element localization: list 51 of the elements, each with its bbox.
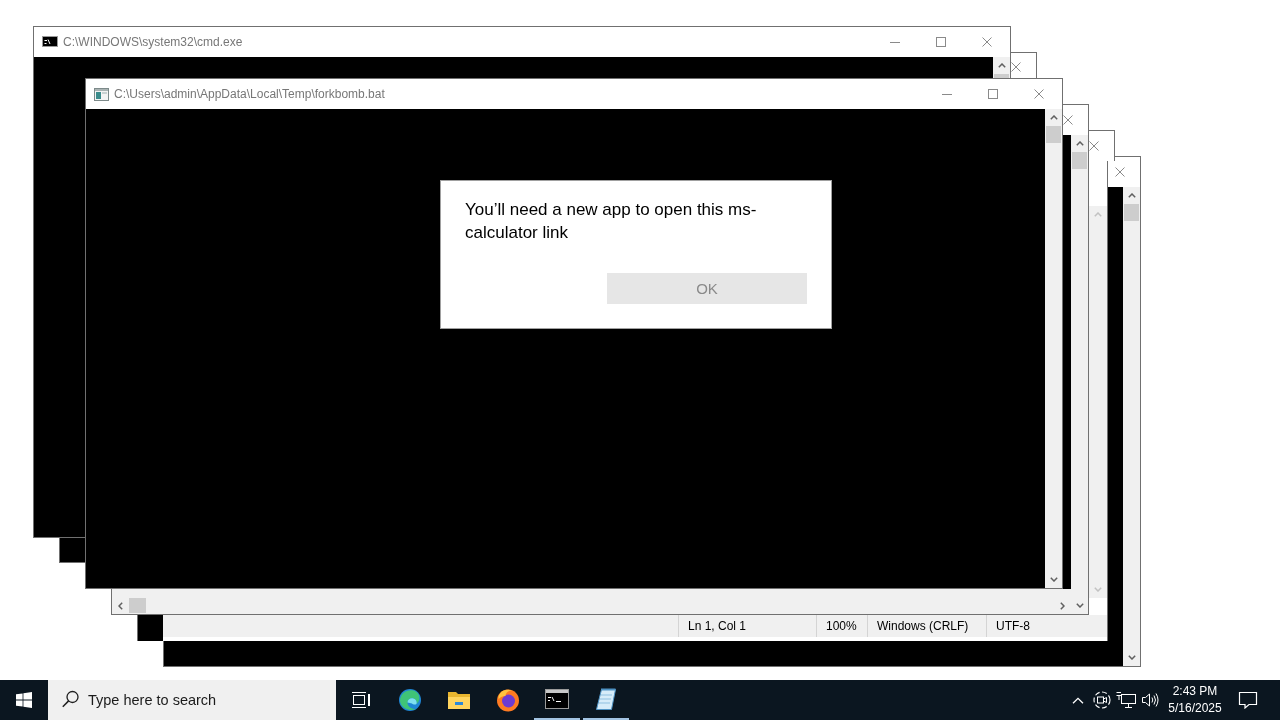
four-panes-icon[interactable] (16, 692, 32, 708)
volume-icon[interactable] (1141, 692, 1159, 708)
dialog-message: You’ll need a new app to open this ms-calculator link (465, 199, 758, 244)
close-icon[interactable] (1034, 89, 1044, 99)
scrollbar-thumb[interactable] (994, 74, 1009, 78)
maximize-icon[interactable] (988, 89, 998, 99)
maximize-icon[interactable] (936, 37, 946, 47)
chevron-down-icon[interactable] (1127, 655, 1136, 660)
minimize-icon[interactable] (942, 93, 952, 95)
network-icon[interactable] (1116, 691, 1136, 709)
close-icon[interactable] (1011, 62, 1021, 72)
status-text: UTF-8 (986, 615, 1107, 637)
horizontal-scrollbar[interactable] (112, 589, 1071, 614)
window-title: C:\Users\admin\AppData\Local\Temp\forkbomb.bat (114, 87, 385, 101)
console-icon (42, 36, 58, 47)
scrollbar-thumb[interactable] (1124, 204, 1139, 221)
close-icon[interactable] (1063, 115, 1073, 125)
ok-button[interactable]: OK (607, 273, 807, 304)
vertical-scrollbar[interactable] (1123, 187, 1140, 666)
vertical-scrollbar[interactable] (1071, 135, 1088, 614)
task-view-icon[interactable] (350, 691, 371, 709)
search-field[interactable]: Type here to search (88, 680, 336, 720)
clock-time: 2:43 PM (1172, 683, 1218, 700)
scrollbar-thumb[interactable] (129, 598, 146, 613)
window-icon (94, 88, 109, 101)
chevron-down-icon[interactable] (1075, 603, 1084, 608)
folder-icon[interactable] (446, 690, 471, 710)
close-icon[interactable] (1089, 141, 1099, 151)
window-title: C:\WINDOWS\system32\cmd.exe (63, 35, 243, 49)
console-icon[interactable] (544, 689, 569, 709)
camera-icon[interactable] (1093, 691, 1111, 709)
close-icon[interactable] (982, 37, 992, 47)
chevron-left-icon[interactable] (118, 601, 123, 610)
search-icon (48, 680, 88, 720)
notepad-icon[interactable] (594, 687, 617, 711)
vertical-scrollbar[interactable] (1045, 109, 1062, 588)
unpainted-region (138, 615, 163, 641)
chevron-down-icon[interactable] (1049, 577, 1058, 582)
status-text: Windows (CRLF) (867, 615, 986, 637)
browser-icon[interactable] (397, 688, 422, 712)
vertical-scrollbar[interactable] (993, 57, 1010, 78)
chevron-right-icon[interactable] (1060, 601, 1065, 610)
close-icon[interactable] (1115, 167, 1125, 177)
status-text: Ln 1, Col 1 (678, 615, 816, 637)
minimize-icon[interactable] (890, 41, 900, 43)
speech-bubble-icon[interactable] (1238, 691, 1258, 709)
scrollbar-thumb[interactable] (1046, 126, 1061, 143)
scrollbar-thumb[interactable] (1072, 152, 1087, 169)
browser-icon[interactable] (495, 688, 520, 712)
clock-date: 5/16/2025 (1168, 700, 1222, 717)
status-text: 100% (816, 615, 867, 637)
